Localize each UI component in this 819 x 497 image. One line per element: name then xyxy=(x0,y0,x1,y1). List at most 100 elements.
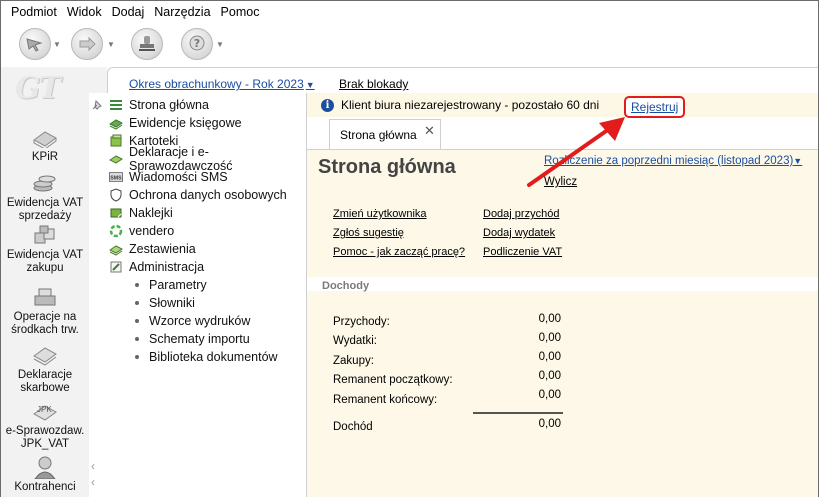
vat-summary-link[interactable]: Podliczenie VAT xyxy=(483,246,562,258)
add-expense-link[interactable]: Dodaj wydatek xyxy=(483,227,555,239)
sidebar-item-label: Deklaracje skarbowe xyxy=(17,369,73,394)
closing-inventory-label: Remanent końcowy: xyxy=(333,394,438,406)
cursor-tool-button[interactable] xyxy=(17,28,53,60)
income-label: Przychody: xyxy=(333,316,390,328)
tree-item-strona-glowna[interactable]: Strona główna xyxy=(109,96,209,114)
sidebar-item-vat-zakupu[interactable]: Ewidencja VAT zakupu xyxy=(1,223,89,275)
sidebar-item-jpk-vat[interactable]: JPK e-Sprawozdaw. JPK_VAT xyxy=(1,399,89,451)
sidebar-item-kontrahenci[interactable]: Kontrahenci xyxy=(1,455,89,494)
left-sidebar: GT KPiR Ewidencja VAT sprzedaży Ewidencj… xyxy=(1,67,89,497)
menu-pomoc[interactable]: Pomoc xyxy=(219,5,268,19)
purchases-label: Zakupy: xyxy=(333,355,374,367)
book-icon xyxy=(30,125,60,149)
tree-item-vendero[interactable]: vendero xyxy=(109,222,174,240)
jpk-icon: JPK xyxy=(30,399,60,423)
cursor-arrow-icon xyxy=(19,28,51,60)
sidebar-item-label: Kontrahenci xyxy=(14,481,76,493)
sidebar-item-label: KPiR xyxy=(31,151,59,163)
sum-divider xyxy=(473,412,563,414)
purchases-value: 0,00 xyxy=(538,351,561,363)
add-income-link[interactable]: Dodaj przychód xyxy=(483,208,559,220)
tree-subitem-parametry[interactable]: Parametry xyxy=(135,276,207,294)
tree-subitem-label: Schematy importu xyxy=(149,332,250,346)
tree-item-ewidencje[interactable]: Ewidencje księgowe xyxy=(109,114,242,132)
section-title: Dochody xyxy=(322,280,370,292)
menu-narzedzia[interactable]: Narzędzia xyxy=(152,5,218,19)
opening-inventory-value: 0,00 xyxy=(538,370,561,382)
tree-subitem-slowniki[interactable]: Słowniki xyxy=(135,294,195,312)
close-icon[interactable]: ✕ xyxy=(424,123,435,139)
svg-text:JPK: JPK xyxy=(37,405,52,414)
help-start-link[interactable]: Pomoc - jak zacząć pracę? xyxy=(333,246,465,258)
help-question-icon: ? xyxy=(181,28,213,60)
tree-item-sms[interactable]: SMS Wiadomości SMS xyxy=(109,168,228,186)
sidebar-item-label: Ewidencja VAT sprzedaży xyxy=(6,197,84,222)
income-value: 0,00 xyxy=(538,313,561,325)
sidebar-item-srodki-trwale[interactable]: Operacje na środkach trw. xyxy=(1,285,89,337)
navigation-tree: Strona główna Ewidencje księgowe Kartote… xyxy=(89,93,307,497)
chevron-down-icon[interactable]: ▼ xyxy=(107,40,115,49)
menu-widok[interactable]: Widok xyxy=(65,5,110,19)
tree-item-label: vendero xyxy=(129,224,175,238)
stamp-button[interactable] xyxy=(129,28,165,60)
info-icon: i xyxy=(321,98,334,112)
collapse-left-icon[interactable]: ‹ xyxy=(91,475,95,489)
sidebar-item-label: Ewidencja VAT zakupu xyxy=(6,249,84,274)
sticker-icon xyxy=(109,206,123,220)
opening-inventory-label: Remanent początkowy: xyxy=(333,374,453,386)
cash-register-icon xyxy=(30,285,60,309)
chevron-down-icon[interactable]: ▼ xyxy=(216,40,224,49)
tree-subitem-biblioteka[interactable]: Biblioteka dokumentów xyxy=(135,348,278,366)
sidebar-item-deklaracje[interactable]: Deklaracje skarbowe xyxy=(1,343,89,395)
tree-item-label: Naklejki xyxy=(129,206,173,220)
sidebar-item-vat-sprzedazy[interactable]: Ewidencja VAT sprzedaży xyxy=(1,171,89,223)
tree-item-ochrona-danych[interactable]: Ochrona danych osobowych xyxy=(109,186,287,204)
tree-item-label: Zestawienia xyxy=(129,242,196,256)
tree-subitem-wzorce[interactable]: Wzorce wydruków xyxy=(135,312,250,330)
register-link[interactable]: Rejestruj xyxy=(624,96,686,118)
tree-subitem-schematy[interactable]: Schematy importu xyxy=(135,330,250,348)
coins-icon xyxy=(30,171,60,195)
chevron-down-icon: ▼ xyxy=(793,156,803,166)
tree-item-naklejki[interactable]: Naklejki xyxy=(109,204,173,222)
tree-item-label: Administracja xyxy=(129,260,205,274)
annotation-arrow xyxy=(527,117,625,187)
tree-item-zestawienia[interactable]: Zestawienia xyxy=(109,240,196,258)
pin-icon[interactable] xyxy=(91,99,103,114)
report-icon xyxy=(109,242,123,256)
declaration-icon xyxy=(109,152,123,166)
tree-item-deklaracje[interactable]: Deklaracje i e-Sprawozdawczość xyxy=(109,145,306,173)
menu-dodaj[interactable]: Dodaj xyxy=(110,5,153,19)
person-icon xyxy=(30,455,60,479)
menu-podmiot[interactable]: Podmiot xyxy=(9,5,65,19)
closing-inventory-value: 0,00 xyxy=(538,389,561,401)
list-icon xyxy=(109,98,123,112)
stamp-icon xyxy=(131,28,163,60)
toolbar: ▼ ▼ ? ▼ xyxy=(1,23,818,67)
menu-bar: Podmiot Widok Dodaj Narzędzia Pomoc xyxy=(1,1,818,23)
shield-icon xyxy=(109,188,123,202)
forward-button[interactable] xyxy=(69,28,105,60)
change-user-link[interactable]: Zmień użytkownika xyxy=(333,208,427,220)
tab-label: Strona główna xyxy=(340,127,417,142)
sidebar-item-label: Operacje na środkach trw. xyxy=(11,311,79,336)
svg-text:?: ? xyxy=(194,37,200,50)
lock-status-link[interactable]: Brak blokady xyxy=(339,77,408,91)
tree-item-administracja[interactable]: Administracja xyxy=(109,258,204,276)
tree-item-label: Ewidencje księgowe xyxy=(129,116,242,130)
period-dropdown[interactable]: Okres obrachunkowy - Rok 2023 ▼ xyxy=(129,77,315,91)
sidebar-item-kpir[interactable]: KPiR xyxy=(1,125,89,164)
forward-arrow-icon xyxy=(71,28,103,60)
help-button[interactable]: ? xyxy=(179,28,215,60)
tree-item-label: Strona główna xyxy=(129,98,209,112)
tree-subitem-label: Wzorce wydruków xyxy=(149,314,251,328)
sidebar-item-label: e-Sprawozdaw. JPK_VAT xyxy=(5,425,85,450)
suggestion-link[interactable]: Zgłoś sugestię xyxy=(333,227,404,239)
chevron-down-icon[interactable]: ▼ xyxy=(53,40,61,49)
admin-icon xyxy=(109,260,123,274)
period-bar: Okres obrachunkowy - Rok 2023 ▼ Brak blok… xyxy=(107,67,818,93)
collapse-left-icon[interactable]: ‹ xyxy=(91,459,95,473)
expenses-label: Wydatki: xyxy=(333,335,377,347)
sms-icon: SMS xyxy=(109,170,123,184)
boxes-icon xyxy=(30,223,60,247)
